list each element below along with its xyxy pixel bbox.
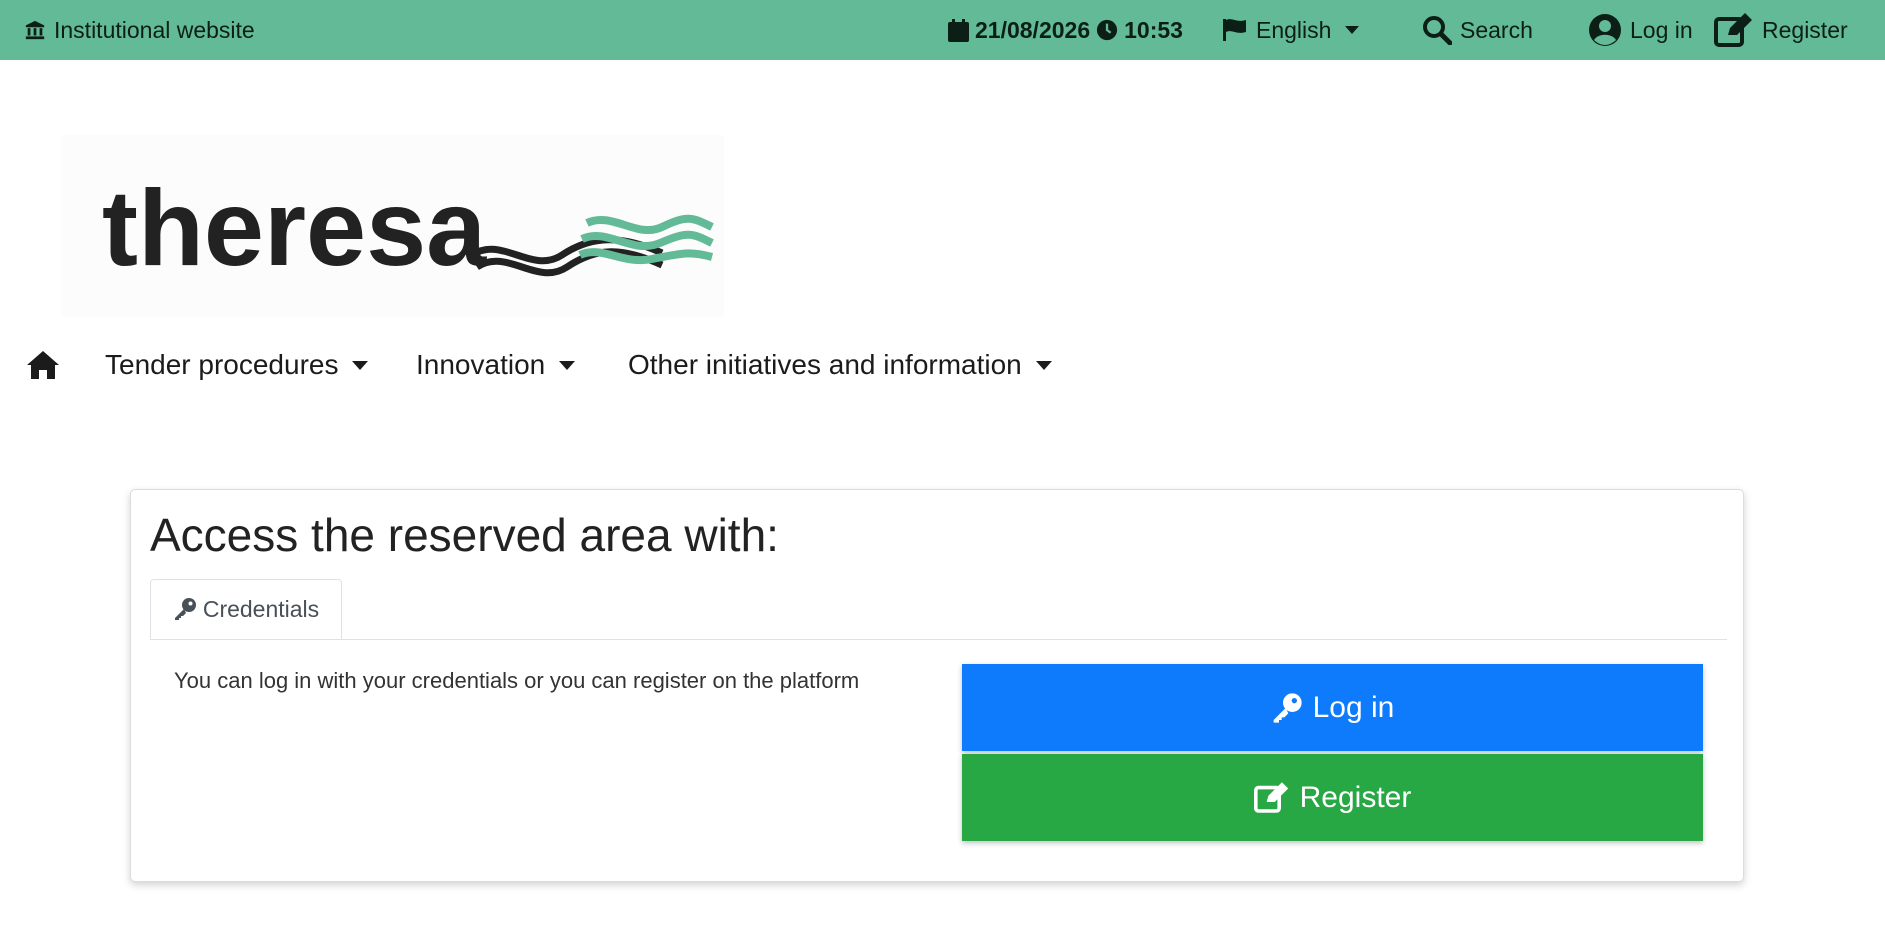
institutional-website-link[interactable]: Institutional website (24, 0, 255, 60)
search-icon (1423, 16, 1452, 45)
main-navigation: Tender procedures Innovation Other initi… (0, 335, 1885, 395)
institutional-website-label: Institutional website (54, 16, 255, 43)
logo-wordmark: theresa (102, 167, 487, 288)
key-icon (174, 598, 196, 620)
nav-tender-procedures-label: Tender procedures (105, 349, 339, 380)
chevron-down-icon (1345, 26, 1360, 34)
register-link[interactable]: Register (1714, 0, 1848, 60)
access-tabs: Credentials (150, 579, 1727, 640)
register-label: Register (1762, 16, 1848, 43)
user-circle-icon (1589, 14, 1621, 46)
tab-credentials[interactable]: Credentials (150, 579, 342, 639)
login-button-label: Log in (1312, 690, 1395, 724)
chevron-down-icon (559, 360, 576, 370)
tab-credentials-label: Credentials (202, 595, 320, 622)
edit-icon (1714, 13, 1752, 47)
access-card: Access the reserved area with: Credentia… (130, 489, 1744, 882)
language-label: English (1256, 16, 1332, 43)
home-icon (27, 351, 59, 379)
theresa-logo: theresa (102, 167, 714, 288)
calendar-icon (948, 18, 969, 42)
access-description: You can log in with your credentials or … (174, 668, 860, 693)
top-bar: Institutional website 21/08/2026 10:53 E… (0, 0, 1885, 60)
clock-icon (1097, 19, 1118, 41)
flag-icon (1223, 19, 1246, 41)
register-button-label: Register (1299, 780, 1412, 814)
search-link[interactable]: Search (1422, 0, 1533, 60)
login-button[interactable]: Log in (962, 664, 1703, 751)
nav-innovation[interactable]: Innovation (416, 335, 576, 395)
nav-other-initiatives[interactable]: Other initiatives and information (628, 335, 1052, 395)
nav-innovation-label: Innovation (416, 349, 546, 380)
language-selector[interactable]: English (1222, 0, 1360, 60)
edit-icon (1253, 782, 1288, 813)
current-time: 10:53 (1124, 16, 1183, 43)
chevron-down-icon (1035, 360, 1052, 370)
nav-home[interactable] (26, 335, 60, 395)
date-time-display: 21/08/2026 10:53 (948, 0, 1183, 60)
nav-other-initiatives-label: Other initiatives and information (628, 349, 1022, 380)
access-title: Access the reserved area with: (150, 509, 779, 561)
current-date: 21/08/2026 (975, 16, 1091, 43)
login-link[interactable]: Log in (1588, 0, 1693, 60)
key-icon (1273, 692, 1302, 723)
site-logo[interactable]: theresa (62, 135, 724, 317)
search-label: Search (1460, 16, 1533, 43)
chevron-down-icon (352, 360, 369, 370)
register-button[interactable]: Register (962, 754, 1703, 841)
bank-icon (25, 20, 45, 40)
nav-tender-procedures[interactable]: Tender procedures (105, 335, 369, 395)
login-label: Log in (1630, 16, 1693, 43)
